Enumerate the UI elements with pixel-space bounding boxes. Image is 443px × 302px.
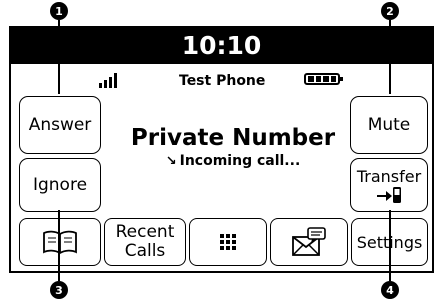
ignore-button[interactable]: Ignore bbox=[19, 158, 101, 212]
ignore-label: Ignore bbox=[32, 175, 88, 195]
transfer-to-handset-icon bbox=[377, 186, 401, 203]
transfer-button[interactable]: Transfer bbox=[350, 158, 428, 212]
incoming-call-arrow-icon: ↘ bbox=[165, 154, 177, 169]
callout-2: 2 bbox=[381, 2, 399, 20]
caller-name: Private Number bbox=[130, 125, 336, 151]
keypad-button[interactable] bbox=[189, 218, 267, 266]
messages-button[interactable] bbox=[270, 218, 348, 266]
call-status: ↘ Incoming call... bbox=[123, 152, 343, 171]
callout-4-leader bbox=[389, 210, 391, 281]
mute-button[interactable]: Mute bbox=[350, 96, 428, 154]
transfer-label: Transfer bbox=[356, 166, 422, 186]
clock: 10:10 bbox=[11, 28, 432, 64]
keypad-icon bbox=[220, 234, 236, 250]
carrier-name: Test Phone bbox=[179, 73, 266, 89]
phonebook-button[interactable] bbox=[19, 218, 101, 266]
callout-2-leader bbox=[389, 20, 391, 94]
mute-label: Mute bbox=[367, 115, 411, 135]
signal-strength-icon bbox=[99, 73, 123, 88]
caller-info: Private Number ↘ Incoming call... bbox=[123, 124, 343, 171]
bottom-bar: Recent Calls Settings bbox=[11, 218, 432, 271]
messages-icon bbox=[292, 227, 326, 256]
phonebook-icon bbox=[43, 230, 77, 255]
call-status-text: Incoming call... bbox=[179, 153, 301, 169]
recent-calls-button[interactable]: Recent Calls bbox=[104, 218, 186, 266]
callout-1-leader bbox=[58, 20, 60, 94]
recent-calls-label: Recent Calls bbox=[115, 222, 175, 261]
answer-label: Answer bbox=[28, 115, 92, 135]
phone-screen: 10:10 Test Phone Answer Ignore Mute Tran… bbox=[9, 26, 434, 273]
answer-button[interactable]: Answer bbox=[19, 96, 101, 154]
callout-1: 1 bbox=[50, 2, 68, 20]
callout-4: 4 bbox=[381, 281, 399, 299]
callout-3: 3 bbox=[50, 281, 68, 299]
status-bar: Test Phone bbox=[11, 71, 432, 93]
callout-3-leader bbox=[58, 210, 60, 281]
battery-icon bbox=[304, 73, 343, 85]
